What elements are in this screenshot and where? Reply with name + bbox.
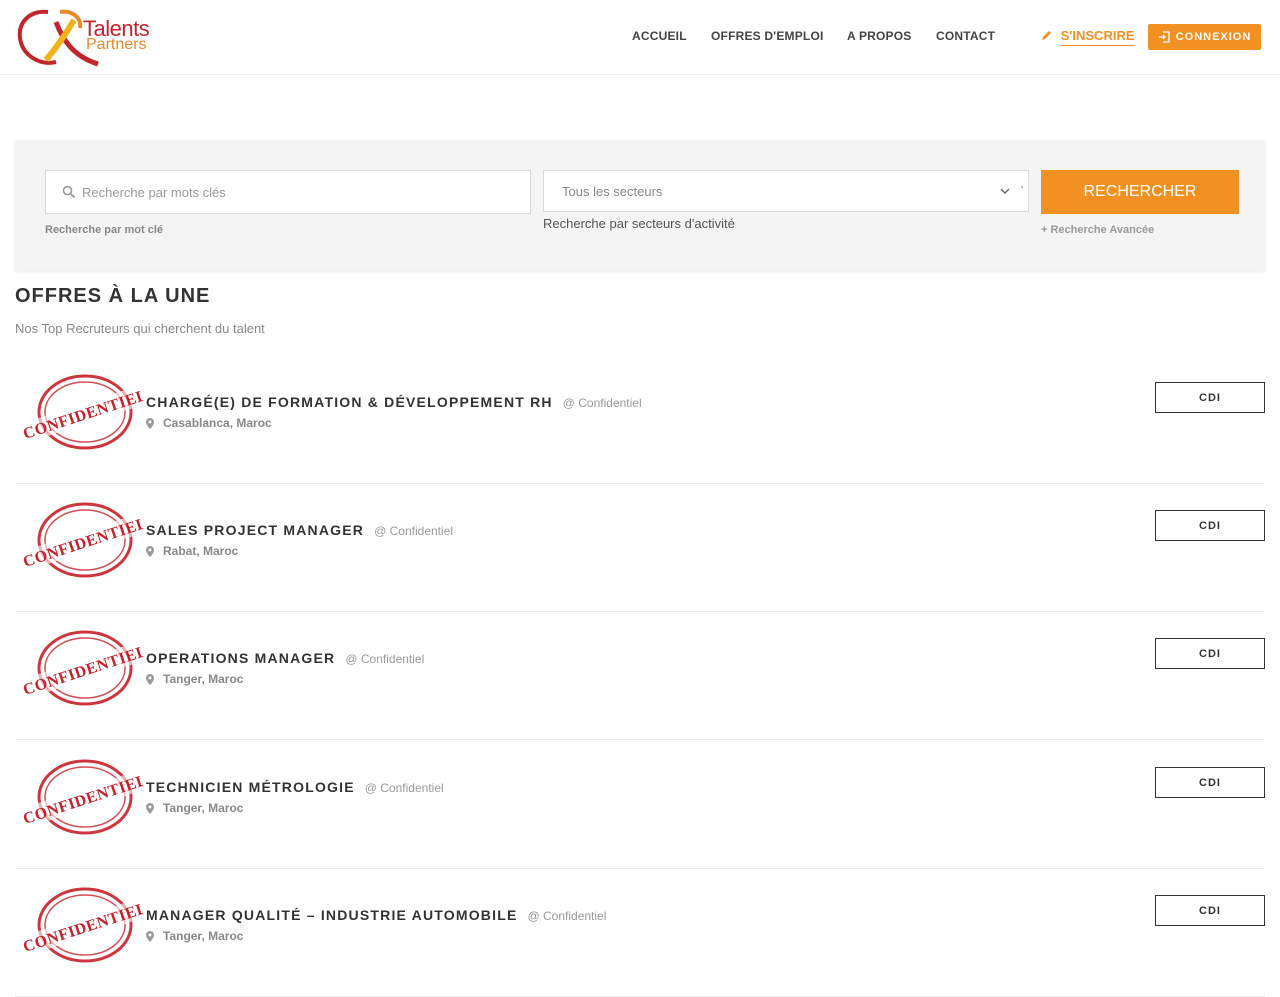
map-marker-icon	[146, 673, 154, 685]
job-company: @ Confidentiel	[562, 396, 642, 410]
logo-text-partners: Partners	[86, 36, 147, 53]
login-label: CONNEXION	[1175, 31, 1252, 43]
job-location: Tanger, Maroc	[146, 672, 243, 686]
confidentiel-stamp-logo: CONFIDENTIEL	[23, 759, 143, 835]
chevron-down-icon	[1000, 188, 1010, 194]
advanced-search-link[interactable]: + Recherche Avancée	[1041, 224, 1154, 236]
job-company: @ Confidentiel	[527, 909, 607, 923]
nav-a-propos[interactable]: A PROPOS	[847, 28, 912, 44]
pencil-icon	[1042, 31, 1051, 40]
featured-offers-title: OFFRES À LA UNE	[15, 285, 211, 307]
nav-offres-emploi[interactable]: OFFRES D'EMPLOI	[711, 28, 824, 44]
job-company: @ Confidentiel	[364, 781, 444, 795]
job-location-text: Casablanca, Maroc	[163, 416, 272, 430]
search-panel: Recherche par mot clé Tous les secteurs …	[15, 140, 1265, 270]
confidentiel-stamp-logo: CONFIDENTIEL	[23, 502, 143, 578]
search-icon	[62, 185, 76, 199]
login-button[interactable]: CONNEXION	[1148, 24, 1261, 50]
sector-search-hint: Recherche par secteurs d'activité	[543, 216, 735, 231]
confidentiel-stamp-logo: CONFIDENTIEL	[23, 630, 143, 706]
job-company: @ Confidentiel	[374, 524, 454, 538]
job-title[interactable]: TECHNICIEN MÉTROLOGIE @ Confidentiel	[146, 779, 444, 795]
signup-label: S'INSCRIRE	[1060, 28, 1135, 46]
sign-in-icon	[1158, 31, 1170, 43]
sector-select-value: Tous les secteurs	[562, 184, 663, 199]
job-listing[interactable]: CONFIDENTIEL TECHNICIEN MÉTROLOGIE @ Conf…	[15, 741, 1265, 869]
select-tick-icon: ′	[1021, 185, 1023, 196]
keyword-search-input[interactable]	[82, 184, 502, 200]
job-location-text: Rabat, Maroc	[163, 544, 239, 558]
job-location: Tanger, Maroc	[146, 801, 243, 815]
job-listing[interactable]: CONFIDENTIEL OPERATIONS MANAGER @ Confide…	[15, 612, 1265, 740]
job-title[interactable]: CHARGÉ(E) DE FORMATION & DÉVELOPPEMENT R…	[146, 394, 642, 410]
job-listing[interactable]: CONFIDENTIEL MANAGER QUALITÉ – INDUSTRIE…	[15, 869, 1265, 997]
job-listing[interactable]: CONFIDENTIEL CHARGÉ(E) DE FORMATION & DÉ…	[15, 356, 1265, 484]
job-location: Tanger, Maroc	[146, 929, 243, 943]
confidentiel-stamp-logo: CONFIDENTIEL	[23, 374, 143, 450]
map-marker-icon	[146, 802, 154, 814]
map-marker-icon	[146, 417, 154, 429]
job-location-text: Tanger, Maroc	[163, 801, 244, 815]
featured-offers-subtitle: Nos Top Recruteurs qui cherchent du tale…	[15, 321, 265, 336]
keyword-search-hint: Recherche par mot clé	[45, 224, 163, 236]
signup-link[interactable]: S'INSCRIRE	[1041, 28, 1135, 48]
job-listing[interactable]: CONFIDENTIEL SALES PROJECT MANAGER @ Conf…	[15, 484, 1265, 612]
search-button[interactable]: Rechercher	[1041, 170, 1239, 214]
nav-contact[interactable]: CONTACT	[936, 28, 995, 44]
talents-partners-logo[interactable]: Talents Partners	[16, 8, 161, 68]
map-marker-icon	[146, 930, 154, 942]
confidentiel-stamp-logo: CONFIDENTIEL	[23, 887, 143, 963]
map-marker-icon	[146, 545, 154, 557]
job-title[interactable]: OPERATIONS MANAGER @ Confidentiel	[146, 650, 424, 666]
job-type-badge[interactable]: CDI	[1155, 767, 1265, 798]
keyword-search-field[interactable]	[45, 170, 531, 214]
job-type-badge[interactable]: CDI	[1155, 895, 1265, 926]
job-location: Casablanca, Maroc	[146, 416, 272, 430]
job-type-badge[interactable]: CDI	[1155, 638, 1265, 669]
job-type-badge[interactable]: CDI	[1155, 510, 1265, 541]
job-type-badge[interactable]: CDI	[1155, 382, 1265, 413]
job-location-text: Tanger, Maroc	[163, 672, 244, 686]
job-location: Rabat, Maroc	[146, 544, 238, 558]
job-location-text: Tanger, Maroc	[163, 929, 244, 943]
sector-select[interactable]: Tous les secteurs ′	[543, 170, 1029, 212]
job-title[interactable]: MANAGER QUALITÉ – INDUSTRIE AUTOMOBILE @ …	[146, 907, 606, 923]
job-title[interactable]: SALES PROJECT MANAGER @ Confidentiel	[146, 522, 453, 538]
nav-accueil[interactable]: ACCUEIL	[632, 28, 687, 44]
site-header: Talents Partners ACCUEIL OFFRES D'EMPLOI…	[0, 0, 1280, 75]
job-company: @ Confidentiel	[345, 652, 425, 666]
